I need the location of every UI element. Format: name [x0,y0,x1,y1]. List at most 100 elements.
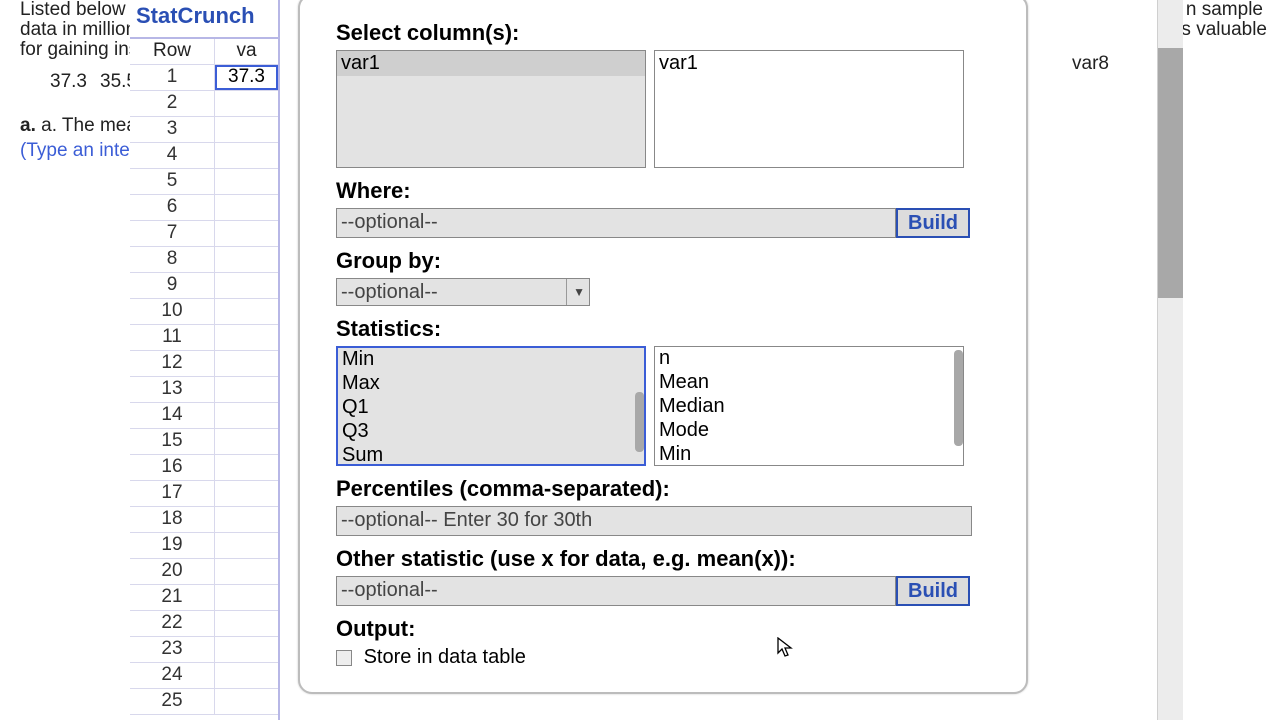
table-row: 8 [130,247,278,273]
cell[interactable] [215,429,278,454]
where-build-button[interactable]: Build [896,208,970,238]
cell[interactable] [215,663,278,688]
where-label: Where: [336,178,990,204]
app-title: StatCrunch [130,0,278,39]
other-statistic-input[interactable]: --optional-- [336,576,896,606]
stat-selected[interactable]: n [655,347,963,371]
table-row: 137.3 [130,65,278,91]
table-row: 9 [130,273,278,299]
row-number: 14 [130,403,215,428]
row-number: 9 [130,273,215,298]
store-in-table-checkbox[interactable] [336,650,352,666]
stat-selected[interactable]: Mode [655,419,963,443]
table-row: 5 [130,169,278,195]
cell[interactable] [215,325,278,350]
percentiles-input[interactable]: --optional-- Enter 30 for 30th [336,506,972,536]
other-build-button[interactable]: Build [896,576,970,606]
statistics-available-list[interactable]: MinMaxQ1Q3Sum [336,346,646,466]
cell[interactable] [215,221,278,246]
row-number: 25 [130,689,215,714]
row-number: 8 [130,247,215,272]
table-row: 20 [130,559,278,585]
cell[interactable] [215,91,278,116]
row-number: 24 [130,663,215,688]
row-number: 11 [130,325,215,350]
scrollbar-thumb[interactable] [635,392,644,452]
cell[interactable] [215,247,278,272]
cell[interactable] [215,481,278,506]
cell[interactable] [215,169,278,194]
columns-selected-list[interactable]: var1 [654,50,964,168]
cell[interactable] [215,195,278,220]
row-number: 12 [130,351,215,376]
column-selected[interactable]: var1 [655,51,963,76]
cell[interactable] [215,533,278,558]
row-number: 15 [130,429,215,454]
spreadsheet-panel: StatCrunch Row va 137.323456789101112131… [130,0,280,720]
column-header[interactable]: va [215,39,278,64]
cell[interactable] [215,273,278,298]
table-row: 10 [130,299,278,325]
scrollbar-thumb[interactable] [954,350,963,446]
row-number: 7 [130,221,215,246]
table-row: 16 [130,455,278,481]
stat-option[interactable]: Sum [338,444,644,466]
row-number: 20 [130,559,215,584]
cell[interactable] [215,143,278,168]
stat-selected[interactable]: Min [655,443,963,466]
select-columns-label: Select column(s): [336,20,990,46]
stat-option[interactable]: Q3 [338,420,644,444]
row-number: 23 [130,637,215,662]
statistics-selected-list[interactable]: nMeanMedianModeMin [654,346,964,466]
cell[interactable] [215,559,278,584]
column-option[interactable]: var1 [337,51,645,76]
columns-available-list[interactable]: var1 [336,50,646,168]
table-row: 21 [130,585,278,611]
cell[interactable] [215,377,278,402]
cell[interactable] [215,351,278,376]
cell[interactable] [215,299,278,324]
table-row: 23 [130,637,278,663]
row-number: 19 [130,533,215,558]
cell[interactable] [215,403,278,428]
cell[interactable]: 37.3 [215,65,278,90]
column-header-var8[interactable]: var8 [1072,52,1109,77]
cell[interactable] [215,585,278,610]
row-number: 5 [130,169,215,194]
stat-selected[interactable]: Median [655,395,963,419]
groupby-value: --optional-- [341,281,438,304]
stat-option[interactable]: Min [338,348,644,372]
chevron-down-icon: ▼ [566,279,585,305]
other-statistic-label: Other statistic (use x for data, e.g. me… [336,546,990,572]
cell[interactable] [215,455,278,480]
row-number: 16 [130,455,215,480]
statistics-label: Statistics: [336,316,990,342]
table-row: 17 [130,481,278,507]
table-row: 12 [130,351,278,377]
cell[interactable] [215,507,278,532]
row-number: 22 [130,611,215,636]
output-label: Output: [336,616,990,642]
store-in-table-label: Store in data table [364,646,526,668]
row-number: 17 [130,481,215,506]
table-row: 7 [130,221,278,247]
cell[interactable] [215,637,278,662]
table-row: 22 [130,611,278,637]
bg-value: 37.3 [50,70,87,95]
where-input[interactable]: --optional-- [336,208,896,238]
cell[interactable] [215,117,278,142]
cell[interactable] [215,689,278,714]
stat-selected[interactable]: Mean [655,371,963,395]
spreadsheet-scrollbar[interactable] [1157,0,1183,720]
groupby-select[interactable]: --optional-- ▼ [336,278,590,306]
stat-option[interactable]: Max [338,372,644,396]
row-number: 3 [130,117,215,142]
table-row: 2 [130,91,278,117]
scrollbar-thumb[interactable] [1158,48,1183,298]
table-row: 13 [130,377,278,403]
stat-option[interactable]: Q1 [338,396,644,420]
row-number: 4 [130,143,215,168]
row-number: 18 [130,507,215,532]
cell[interactable] [215,611,278,636]
row-header-label: Row [130,39,215,64]
